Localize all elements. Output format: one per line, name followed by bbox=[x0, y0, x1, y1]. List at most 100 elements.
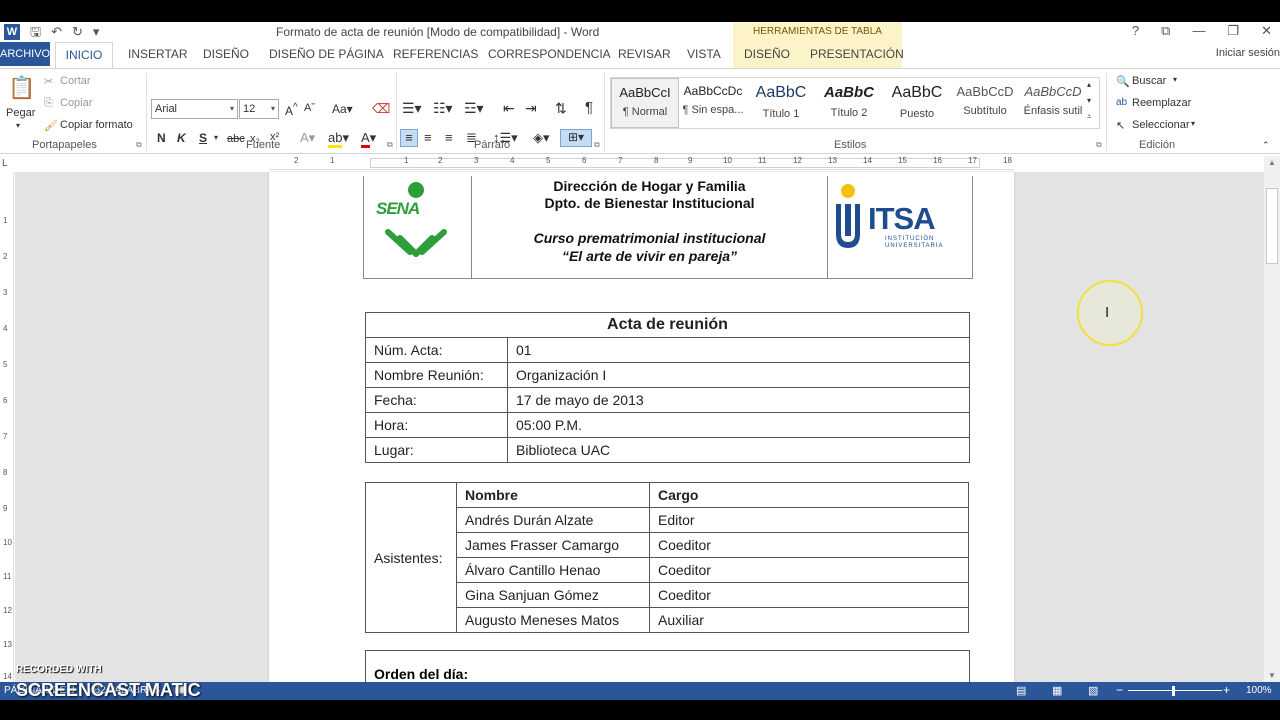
style-normal[interactable]: AaBbCcI ¶ Normal bbox=[611, 78, 679, 128]
undo-icon[interactable]: ↶ bbox=[51, 24, 62, 40]
tab-presentacion[interactable]: PRESENTACIÓN bbox=[810, 47, 904, 61]
replace-button[interactable]: Reemplazar bbox=[1132, 97, 1191, 109]
acta-label[interactable]: Nombre Reunión: bbox=[365, 362, 508, 388]
bold-button[interactable]: N bbox=[157, 131, 166, 145]
close-icon[interactable]: ✕ bbox=[1261, 23, 1272, 39]
tab-diseno-pagina[interactable]: DISEÑO DE PÁGINA bbox=[269, 47, 384, 61]
attendee-name[interactable]: Álvaro Cantillo Henao bbox=[456, 557, 650, 583]
tab-revisar[interactable]: REVISAR bbox=[618, 47, 671, 61]
attendee-name[interactable]: James Frasser Camargo bbox=[456, 532, 650, 558]
acta-value[interactable]: 01 bbox=[507, 337, 970, 363]
minimize-icon[interactable]: — bbox=[1192, 23, 1205, 39]
align-left-icon[interactable]: ≡ bbox=[400, 129, 418, 147]
attendee-name[interactable]: Andrés Durán Alzate bbox=[456, 507, 650, 533]
acta-value[interactable]: Biblioteca UAC bbox=[507, 437, 970, 463]
style-titulo-1[interactable]: AaBbC Título 1 bbox=[747, 78, 815, 128]
grow-font-icon[interactable]: A^ bbox=[285, 102, 298, 118]
acta-label[interactable]: Hora: bbox=[365, 412, 508, 438]
attendee-role[interactable]: Coeditor bbox=[649, 532, 969, 558]
styles-scroll-up-icon[interactable]: ▴ bbox=[1087, 80, 1091, 89]
font-color-icon[interactable]: A▾ bbox=[361, 130, 376, 148]
zoom-out-icon[interactable]: − bbox=[1116, 683, 1123, 697]
zoom-in-icon[interactable]: + bbox=[1223, 683, 1230, 697]
italic-button[interactable]: K bbox=[177, 131, 186, 145]
tab-table-diseno[interactable]: DISEÑO bbox=[744, 47, 790, 61]
vertical-ruler[interactable]: 1 2 3 4 5 6 7 8 9 10 11 12 13 14 bbox=[0, 172, 14, 682]
clipboard-launcher-icon[interactable]: ⧉ bbox=[136, 140, 142, 150]
underline-dropdown-icon[interactable]: ▾ bbox=[214, 133, 218, 142]
column-header-cargo[interactable]: Cargo bbox=[649, 482, 969, 508]
attendee-name[interactable]: Augusto Meneses Matos bbox=[456, 607, 650, 633]
tab-correspondencia[interactable]: CORRESPONDENCIA bbox=[488, 47, 611, 61]
acta-label[interactable]: Fecha: bbox=[365, 387, 508, 413]
attendee-role[interactable]: Coeditor bbox=[649, 557, 969, 583]
redo-icon[interactable]: ↻ bbox=[72, 24, 83, 40]
styles-more-icon[interactable]: ⩡ bbox=[1087, 112, 1092, 122]
increase-indent-icon[interactable]: ⇥ bbox=[525, 100, 537, 117]
borders-icon[interactable]: ⊞▾ bbox=[560, 129, 592, 147]
highlight-icon[interactable]: ab▾ bbox=[328, 130, 349, 148]
tab-vista[interactable]: VISTA bbox=[687, 47, 721, 61]
select-dropdown-icon[interactable]: ▾ bbox=[1191, 119, 1195, 128]
tab-referencias[interactable]: REFERENCIAS bbox=[393, 47, 478, 61]
underline-button[interactable]: S bbox=[199, 131, 207, 145]
find-dropdown-icon[interactable]: ▾ bbox=[1173, 75, 1177, 84]
acta-label[interactable]: Lugar: bbox=[365, 437, 508, 463]
align-right-icon[interactable]: ≡ bbox=[445, 130, 453, 145]
shrink-font-icon[interactable]: Aˇ bbox=[304, 102, 315, 114]
style-enfasis-sutil[interactable]: AaBbCcD Énfasis sutil bbox=[1019, 78, 1087, 128]
scroll-up-icon[interactable]: ▲ bbox=[1268, 158, 1276, 167]
zoom-slider[interactable] bbox=[1128, 690, 1222, 691]
document-canvas[interactable]: SENA Dirección de Hogar y Familia Dpto. … bbox=[15, 172, 1265, 700]
numbering-icon[interactable]: ☷▾ bbox=[433, 100, 453, 117]
acta-value[interactable]: 17 de mayo de 2013 bbox=[507, 387, 970, 413]
change-case-icon[interactable]: Aa▾ bbox=[332, 102, 353, 116]
style-puesto[interactable]: AaBbC Puesto bbox=[883, 78, 951, 128]
font-name-combo[interactable]: Arial ▾ bbox=[151, 99, 238, 119]
zoom-slider-thumb[interactable] bbox=[1172, 686, 1175, 696]
sena-logo-cell[interactable]: SENA bbox=[364, 176, 472, 278]
customize-qat-icon[interactable]: ▾ bbox=[93, 24, 100, 40]
copy-button[interactable]: Copiar bbox=[60, 97, 92, 109]
sign-in-link[interactable]: Iniciar sesión bbox=[1216, 47, 1280, 59]
scrollbar-thumb[interactable] bbox=[1266, 188, 1278, 264]
asistentes-table[interactable]: Asistentes: Nombre Cargo Andrés Durán Al… bbox=[365, 482, 969, 633]
acta-title[interactable]: Acta de reunión bbox=[365, 312, 970, 338]
help-icon[interactable]: ? bbox=[1132, 23, 1139, 39]
bullets-icon[interactable]: ☰▾ bbox=[402, 100, 422, 117]
decrease-indent-icon[interactable]: ⇤ bbox=[503, 100, 515, 117]
attendee-name[interactable]: Gina Sanjuan Gómez bbox=[456, 582, 650, 608]
shading-icon[interactable]: ◈▾ bbox=[533, 130, 550, 146]
itsa-logo-cell[interactable]: ITSA INSTITUCIÓN UNIVERSITARIA bbox=[828, 176, 973, 278]
text-effects-icon[interactable]: A▾ bbox=[300, 130, 315, 146]
save-icon[interactable]: 🖫 bbox=[30, 24, 41, 40]
ribbon-display-icon[interactable]: ⧉ bbox=[1161, 23, 1170, 39]
tab-archivo[interactable]: ARCHIVO bbox=[0, 42, 50, 66]
strikethrough-icon[interactable]: abc bbox=[227, 133, 245, 145]
styles-scroll-down-icon[interactable]: ▾ bbox=[1087, 96, 1091, 105]
header-table[interactable]: SENA Dirección de Hogar y Familia Dpto. … bbox=[363, 176, 973, 279]
font-launcher-icon[interactable]: ⧉ bbox=[387, 140, 393, 150]
horizontal-ruler[interactable]: 2 1 1 2 3 4 5 6 7 8 9 10 11 12 13 14 15 … bbox=[270, 156, 1014, 170]
multilevel-list-icon[interactable]: ☲▾ bbox=[464, 100, 484, 117]
tab-inicio[interactable]: INICIO bbox=[55, 42, 113, 69]
paste-icon[interactable]: 📋 bbox=[8, 75, 35, 101]
styles-launcher-icon[interactable]: ⧉ bbox=[1096, 140, 1102, 150]
font-size-combo[interactable]: 12 ▾ bbox=[239, 99, 279, 119]
read-mode-icon[interactable]: ▤ bbox=[1016, 684, 1026, 697]
tab-selector-icon[interactable]: L bbox=[2, 158, 8, 169]
tab-insertar[interactable]: INSERTAR bbox=[128, 47, 188, 61]
style-sin-espaciado[interactable]: AaBbCcDc ¶ Sin espa... bbox=[679, 78, 747, 128]
paste-button[interactable]: Pegar bbox=[6, 107, 35, 119]
collapse-ribbon-icon[interactable]: ⌃ bbox=[1262, 140, 1270, 151]
acta-value[interactable]: 05:00 P.M. bbox=[507, 412, 970, 438]
attendee-role[interactable]: Coeditor bbox=[649, 582, 969, 608]
acta-label[interactable]: Núm. Acta: bbox=[365, 337, 508, 363]
header-title-cell[interactable]: Dirección de Hogar y Familia Dpto. de Bi… bbox=[472, 176, 828, 278]
paragraph-launcher-icon[interactable]: ⧉ bbox=[594, 140, 600, 150]
acta-value[interactable]: Organización I bbox=[507, 362, 970, 388]
select-button[interactable]: Seleccionar bbox=[1132, 119, 1189, 131]
sort-icon[interactable]: ⇅ bbox=[555, 100, 567, 117]
clear-format-icon[interactable]: ⌫ bbox=[372, 101, 390, 117]
print-layout-icon[interactable]: ▦ bbox=[1052, 684, 1062, 697]
